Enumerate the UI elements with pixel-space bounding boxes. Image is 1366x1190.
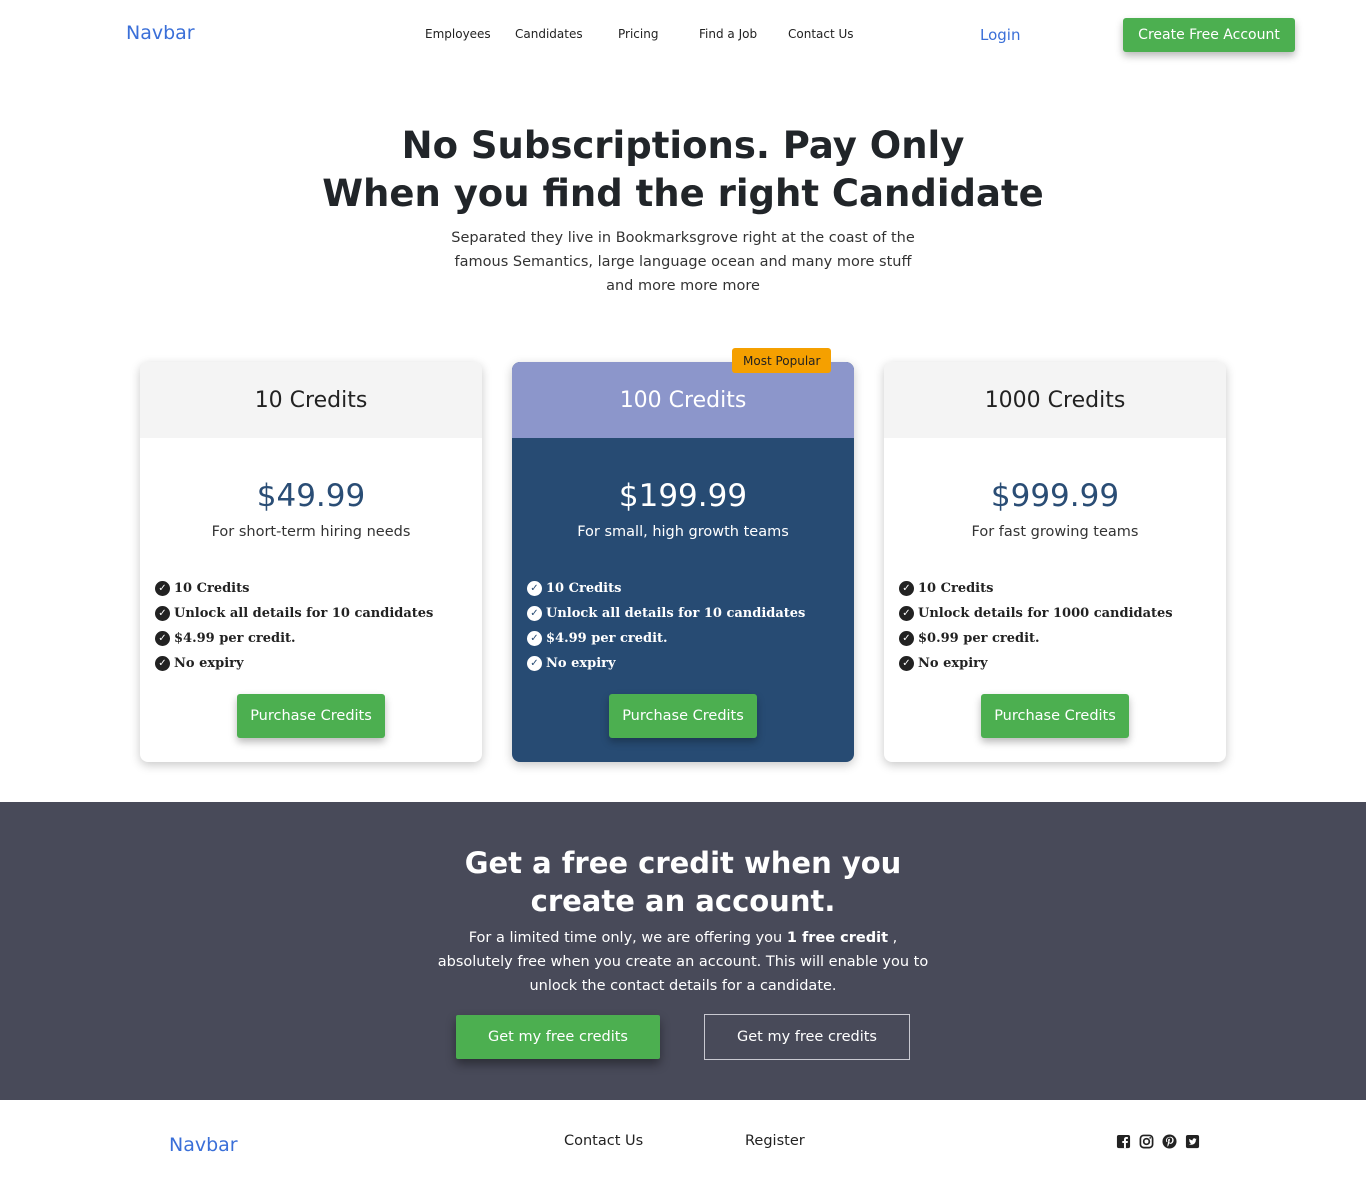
check-circle-icon: ✓ [899, 631, 914, 646]
footer-link-contact-us[interactable]: Contact Us [564, 1133, 643, 1149]
nav-link-pricing[interactable]: Pricing [618, 27, 699, 41]
feature-item: ✓ No expiry [155, 651, 482, 676]
top-navbar: Navbar Employees Candidates Pricing Find… [0, 0, 1366, 70]
feature-text: 10 Credits [546, 581, 622, 596]
promo-text-highlight: 1 free credit [786, 930, 889, 946]
feature-text: No expiry [918, 656, 988, 671]
footer-link-register[interactable]: Register [745, 1133, 805, 1149]
plan-price: $49.99 [256, 478, 366, 514]
feature-text: Unlock all details for 10 candidates [174, 606, 434, 621]
plan-name: 10 Credits [140, 362, 482, 438]
check-circle-icon: ✓ [155, 631, 170, 646]
login-link[interactable]: Login [980, 26, 1020, 44]
footer-brand[interactable]: Navbar [169, 1134, 238, 1156]
twitter-icon[interactable] [1185, 1134, 1200, 1149]
most-popular-badge: Most Popular [732, 348, 832, 373]
feature-list: ✓ 10 Credits ✓ Unlock details for 1000 can… [899, 576, 1226, 676]
check-circle-icon: ✓ [155, 581, 170, 596]
purchase-credits-button[interactable]: Purchase Credits [981, 694, 1129, 738]
plan-price: $999.99 [990, 478, 1120, 514]
check-circle-icon: ✓ [527, 631, 542, 646]
feature-text: $4.99 per credit. [546, 631, 668, 646]
check-circle-icon: ✓ [899, 656, 914, 671]
pricing-card-100-credits: Most Popular 100 Credits $199.99 For sma… [512, 348, 854, 762]
promo-title-line-2: create an account. [530, 884, 836, 918]
feature-text: Unlock all details for 10 candidates [546, 606, 806, 621]
promo-title: Get a free credit when you create an acc… [0, 844, 1366, 920]
purchase-credits-button[interactable]: Purchase Credits [237, 694, 385, 738]
create-free-account-button[interactable]: Create Free Account [1123, 18, 1295, 52]
pinterest-icon[interactable] [1162, 1134, 1177, 1149]
feature-item: ✓ 10 Credits [899, 576, 1226, 601]
feature-item: ✓ 10 Credits [155, 576, 482, 601]
plan-description: For short-term hiring needs [211, 524, 411, 540]
promo-title-line-1: Get a free credit when you [464, 846, 902, 880]
nav-links: Employees Candidates Pricing Find a Job … [425, 27, 854, 41]
get-free-credits-outline-button[interactable]: Get my free credits [704, 1014, 910, 1060]
feature-text: $0.99 per credit. [918, 631, 1040, 646]
feature-list: ✓ 10 Credits ✓ Unlock all details for 10 c… [155, 576, 482, 676]
feature-item: ✓ $0.99 per credit. [899, 626, 1226, 651]
check-circle-icon: ✓ [155, 656, 170, 671]
feature-text: 10 Credits [918, 581, 994, 596]
feature-item: ✓ $4.99 per credit. [527, 626, 854, 651]
hero-title-line-2: When you find the right Candidate [322, 172, 1044, 215]
hero-title: No Subscriptions. Pay Only When you find… [0, 122, 1366, 218]
feature-item: ✓ Unlock all details for 10 candidates [155, 601, 482, 626]
purchase-credits-button[interactable]: Purchase Credits [609, 694, 757, 738]
feature-text: Unlock details for 1000 candidates [918, 606, 1173, 621]
nav-link-candidates[interactable]: Candidates [515, 27, 618, 41]
check-circle-icon: ✓ [899, 581, 914, 596]
navbar-brand[interactable]: Navbar [126, 22, 195, 44]
check-circle-icon: ✓ [155, 606, 170, 621]
check-circle-icon: ✓ [527, 581, 542, 596]
nav-link-find-a-job[interactable]: Find a Job [699, 27, 788, 41]
promo-text: For a limited time only, we are offering… [436, 926, 930, 998]
feature-item: ✓ 10 Credits [527, 576, 854, 601]
check-circle-icon: ✓ [899, 606, 914, 621]
nav-link-employees[interactable]: Employees [425, 27, 515, 41]
feature-text: 10 Credits [174, 581, 250, 596]
promo-text-start: For a limited time only, we are offering… [468, 930, 787, 946]
hero-subtitle: Separated they live in Bookmarksgrove ri… [451, 230, 915, 294]
feature-item: ✓ Unlock all details for 10 candidates [527, 601, 854, 626]
check-circle-icon: ✓ [527, 656, 542, 671]
plan-name: 1000 Credits [884, 362, 1226, 438]
feature-text: $4.99 per credit. [174, 631, 296, 646]
facebook-icon[interactable] [1116, 1134, 1131, 1149]
free-credit-promo-section: Get a free credit when you create an acc… [0, 802, 1366, 1100]
plan-description: For small, high growth teams [577, 524, 789, 540]
plan-price: $199.99 [618, 478, 748, 514]
feature-item: ✓ Unlock details for 1000 candidates [899, 601, 1226, 626]
feature-item: ✓ $4.99 per credit. [155, 626, 482, 651]
social-links [1116, 1134, 1208, 1149]
get-free-credits-button[interactable]: Get my free credits [456, 1015, 660, 1059]
feature-text: No expiry [174, 656, 244, 671]
pricing-card-10-credits: 10 Credits $49.99 For short-term hiring … [140, 362, 482, 762]
feature-list: ✓ 10 Credits ✓ Unlock all details for 10 c… [527, 576, 854, 676]
feature-item: ✓ No expiry [899, 651, 1226, 676]
nav-link-contact-us[interactable]: Contact Us [788, 27, 854, 41]
instagram-icon[interactable] [1139, 1134, 1154, 1149]
hero-title-line-1: No Subscriptions. Pay Only [401, 124, 965, 167]
check-circle-icon: ✓ [527, 606, 542, 621]
plan-name: 100 Credits [512, 362, 854, 438]
feature-item: ✓ No expiry [527, 651, 854, 676]
plan-description: For fast growing teams [971, 524, 1139, 540]
feature-text: No expiry [546, 656, 616, 671]
pricing-card-1000-credits: 1000 Credits $999.99 For fast growing te… [884, 362, 1226, 762]
